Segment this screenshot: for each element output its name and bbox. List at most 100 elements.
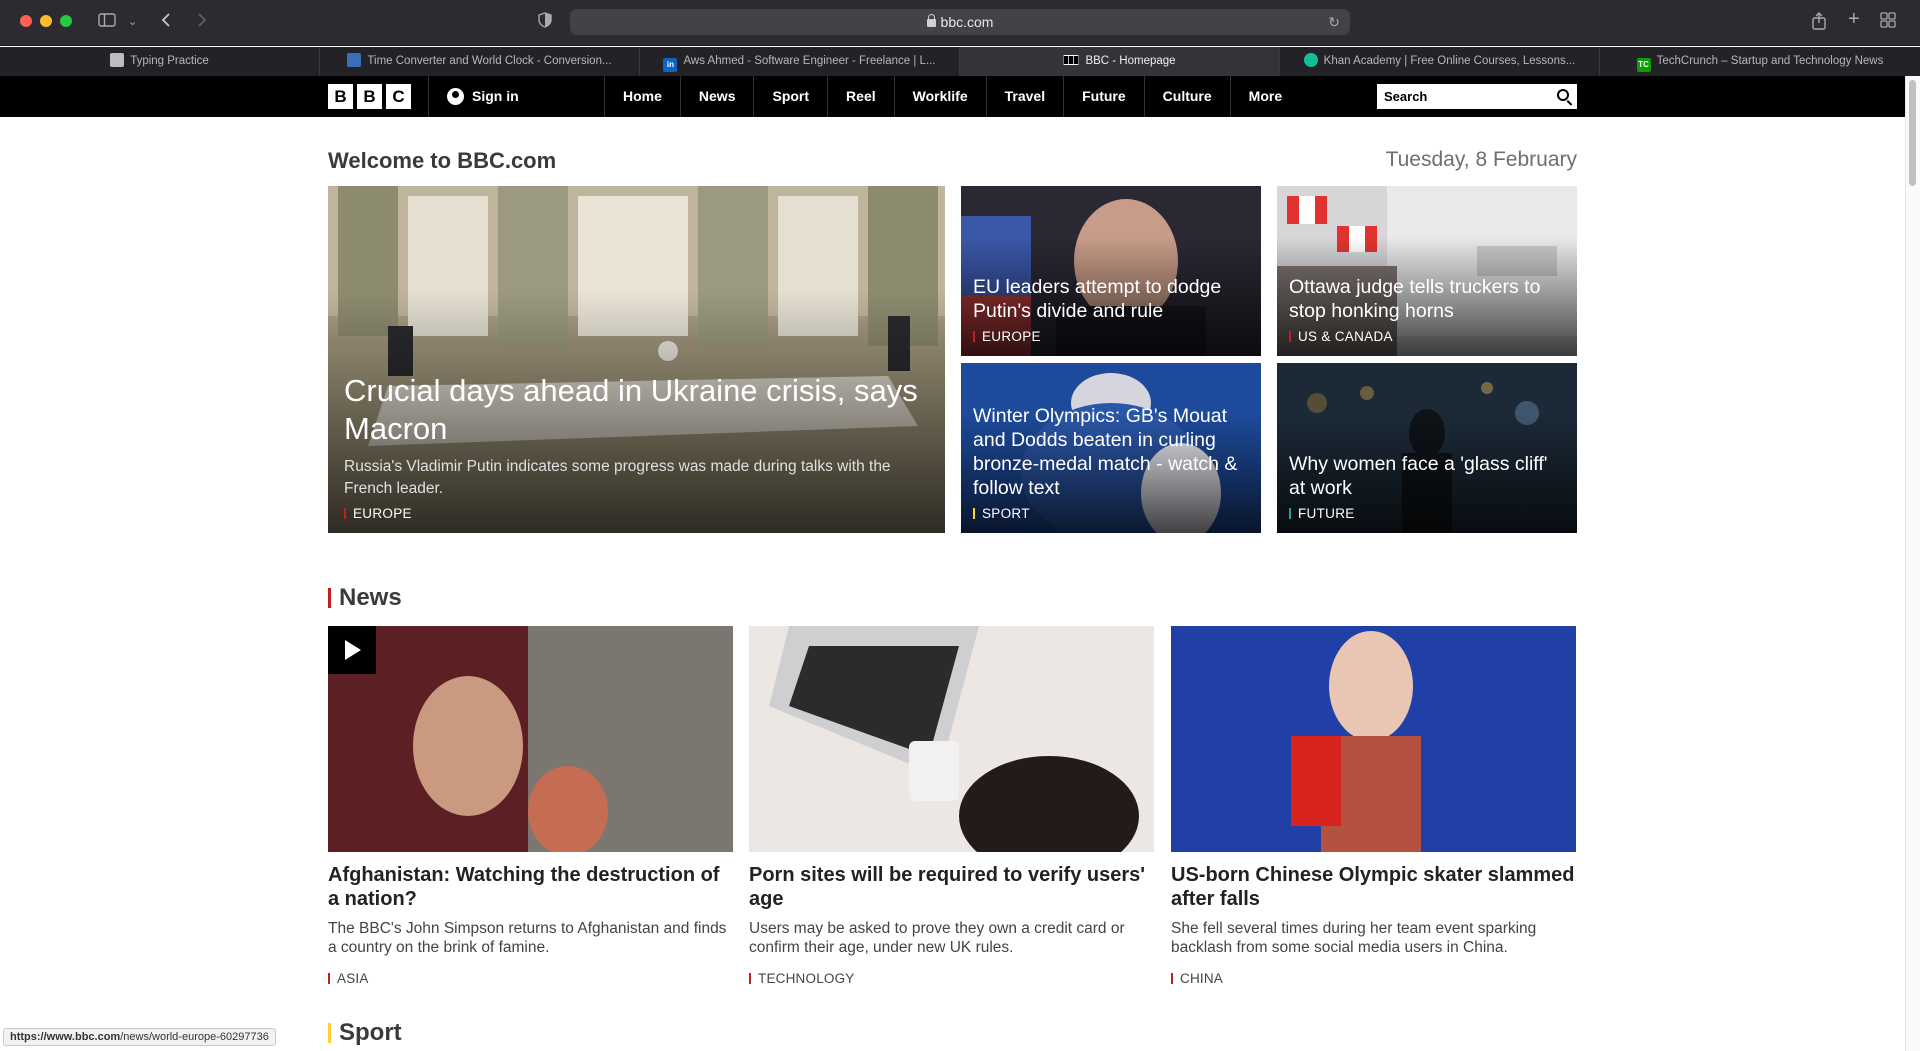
news-tag[interactable]: TECHNOLOGY: [749, 971, 855, 986]
tab-title: Time Converter and World Clock - Convers…: [367, 55, 612, 67]
news-summary: Users may be asked to prove they own a c…: [749, 920, 1125, 956]
tab-title: TechCrunch – Startup and Technology News: [1656, 55, 1884, 67]
story-tag[interactable]: EUROPE: [973, 329, 1249, 344]
tab-typing-practice[interactable]: Typing Practice: [0, 47, 320, 76]
card-caption: Ottawa judge tells truckers to stop honk…: [1289, 275, 1565, 344]
linkedin-favicon-icon: in: [663, 58, 678, 72]
tab-linkedin[interactable]: in Aws Ahmed - Software Engineer - Freela…: [640, 47, 960, 76]
nav-home[interactable]: Home: [604, 76, 680, 117]
story-ottawa-judge[interactable]: Ottawa judge tells truckers to stop honk…: [1277, 186, 1577, 356]
story-headline[interactable]: Ottawa judge tells truckers to stop honk…: [1289, 275, 1565, 323]
back-arrow-icon[interactable]: [160, 12, 172, 34]
scrollbar-thumb[interactable]: [1909, 80, 1916, 186]
afghanistan-image: [328, 626, 733, 852]
nav-sport[interactable]: Sport: [753, 76, 827, 117]
nav-more-dropdown[interactable]: More: [1229, 76, 1336, 140]
page-title: Welcome to BBC.com: [328, 148, 557, 173]
play-icon[interactable]: [328, 626, 376, 674]
sidebar-icon[interactable]: [98, 12, 116, 34]
news-tag[interactable]: CHINA: [1171, 971, 1223, 986]
tab-title: Khan Academy | Free Online Courses, Less…: [1323, 55, 1576, 67]
card-caption: EU leaders attempt to dodge Putin's divi…: [973, 275, 1249, 344]
news-item-porn-sites[interactable]: Porn sites will be required to verify us…: [749, 626, 1154, 986]
story-tag[interactable]: SPORT: [973, 506, 1249, 521]
typing-favicon-icon: [110, 53, 125, 67]
hero-headline[interactable]: Crucial days ahead in Ukraine crisis, sa…: [344, 372, 933, 448]
story-headline[interactable]: EU leaders attempt to dodge Putin's divi…: [973, 275, 1249, 323]
tab-bar: Typing Practice Time Converter and World…: [0, 47, 1920, 76]
address-text: bbc.com: [940, 14, 994, 30]
privacy-shield-icon[interactable]: [538, 12, 552, 34]
story-tag[interactable]: FUTURE: [1289, 506, 1565, 521]
news-tag[interactable]: ASIA: [328, 971, 369, 986]
tab-overview-icon[interactable]: [1880, 12, 1896, 34]
lock-icon: [926, 14, 936, 27]
tab-title: Aws Ahmed - Software Engineer - Freelanc…: [683, 55, 936, 67]
news-headline[interactable]: Porn sites will be required to verify us…: [749, 863, 1154, 911]
story-glass-cliff[interactable]: Why women face a 'glass cliff' at work F…: [1277, 363, 1577, 533]
laptop-image: [749, 626, 1154, 852]
status-url-path: /news/world-europe-60297736: [120, 1031, 269, 1043]
nav-news[interactable]: News: [679, 76, 754, 117]
skater-image: [1171, 626, 1576, 852]
tab-time-converter[interactable]: Time Converter and World Clock - Convers…: [320, 47, 640, 76]
card-caption: Why women face a 'glass cliff' at work F…: [1289, 452, 1565, 521]
sign-in-label: Sign in: [472, 88, 519, 104]
news-item-afghanistan[interactable]: Afghanistan: Watching the destruction of…: [328, 626, 733, 986]
card-caption: Winter Olympics: GB's Mouat and Dodds be…: [973, 404, 1249, 521]
bbc-favicon-icon: [1063, 55, 1080, 65]
sport-section-title[interactable]: Sport: [328, 1019, 402, 1047]
status-url-host: https://www.bbc.com: [10, 1031, 121, 1043]
hero-tag[interactable]: EUROPE: [344, 506, 933, 521]
link-status-bar: https://www.bbc.com/news/world-europe-60…: [3, 1028, 276, 1046]
forward-arrow-icon[interactable]: [196, 12, 208, 34]
news-headline[interactable]: US-born Chinese Olympic skater slammed a…: [1171, 863, 1576, 911]
hero-story[interactable]: Crucial days ahead in Ukraine crisis, sa…: [328, 186, 945, 533]
tab-title: Typing Practice: [130, 55, 209, 67]
sign-in-button[interactable]: Sign in: [428, 76, 519, 117]
tab-title: BBC - Homepage: [1085, 55, 1176, 67]
bbc-logo[interactable]: B B C: [328, 84, 411, 109]
hero-summary: Russia's Vladimir Putin indicates some p…: [344, 458, 891, 497]
nav-travel[interactable]: Travel: [985, 76, 1063, 117]
nav-worklife[interactable]: Worklife: [893, 76, 986, 117]
search-placeholder: Search: [1384, 89, 1428, 104]
share-icon[interactable]: [1812, 12, 1826, 36]
news-summary: The BBC's John Simpson returns to Afghan…: [328, 920, 727, 956]
new-tab-icon[interactable]: +: [1848, 9, 1860, 29]
news-section-title[interactable]: News: [328, 584, 402, 612]
user-icon: [447, 88, 464, 105]
chevron-down-icon[interactable]: ⌄: [128, 12, 137, 32]
date-label: Tuesday, 8 February: [1385, 148, 1577, 171]
story-headline[interactable]: Why women face a 'glass cliff' at work: [1289, 452, 1565, 500]
story-winter-olympics[interactable]: Winter Olympics: GB's Mouat and Dodds be…: [961, 363, 1261, 533]
story-headline[interactable]: Winter Olympics: GB's Mouat and Dodds be…: [973, 404, 1249, 500]
khan-favicon-icon: [1303, 53, 1318, 67]
story-tag[interactable]: US & CANADA: [1289, 329, 1565, 344]
address-bar[interactable]: bbc.com ↻: [570, 9, 1350, 35]
search-input[interactable]: Search: [1377, 84, 1577, 109]
zoom-window-button[interactable]: [60, 15, 72, 27]
reload-icon[interactable]: ↻: [1328, 9, 1340, 35]
nav-culture[interactable]: Culture: [1143, 76, 1230, 117]
news-headline[interactable]: Afghanistan: Watching the destruction of…: [328, 863, 733, 911]
minimize-window-button[interactable]: [40, 15, 52, 27]
tab-bbc-homepage[interactable]: BBC - Homepage: [960, 47, 1280, 76]
search-icon[interactable]: [1557, 89, 1569, 101]
bbc-navigation-bar: B B C Sign in Home News Sport Reel Workl…: [0, 76, 1905, 140]
news-summary: She fell several times during her team e…: [1171, 920, 1537, 956]
logo-letter: C: [386, 84, 411, 109]
nav-reel[interactable]: Reel: [827, 76, 894, 117]
close-window-button[interactable]: [20, 15, 32, 27]
news-item-olympic-skater[interactable]: US-born Chinese Olympic skater slammed a…: [1171, 626, 1576, 986]
nav-links: Home News Sport Reel Worklife Travel Fut…: [604, 76, 1336, 140]
clock-favicon-icon: [347, 53, 362, 67]
tab-khan-academy[interactable]: Khan Academy | Free Online Courses, Less…: [1280, 47, 1600, 76]
browser-toolbar: ⌄ bbc.com ↻ +: [0, 0, 1920, 46]
scrollbar-track[interactable]: [1905, 76, 1920, 1051]
tab-techcrunch[interactable]: TC TechCrunch – Startup and Technology Ne…: [1600, 47, 1920, 76]
caret-down-icon: [1290, 135, 1299, 140]
nav-future[interactable]: Future: [1063, 76, 1144, 117]
techcrunch-favicon-icon: TC: [1636, 58, 1651, 72]
story-eu-leaders[interactable]: EU leaders attempt to dodge Putin's divi…: [961, 186, 1261, 356]
